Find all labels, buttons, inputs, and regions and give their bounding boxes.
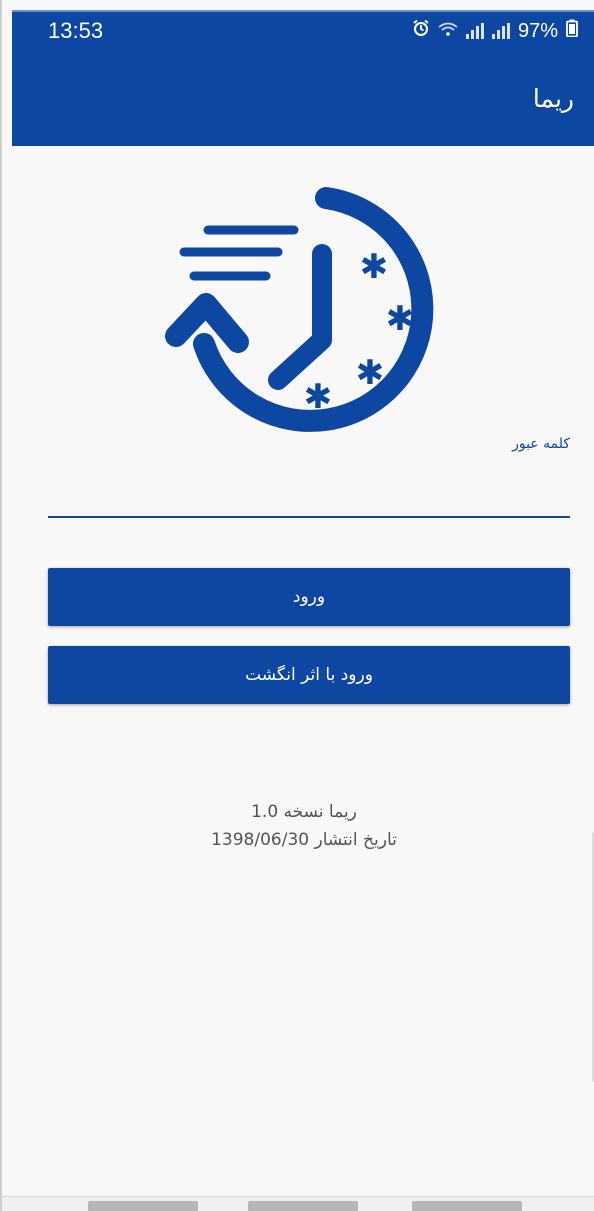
alarm-icon: [412, 19, 430, 43]
release-date-line: تاریخ انتشار 1398/06/30: [211, 830, 397, 850]
password-label: کلمه عبور: [512, 436, 570, 452]
signal-icon: [491, 23, 510, 39]
nav-home-button[interactable]: [248, 1201, 358, 1211]
password-field[interactable]: [48, 466, 570, 518]
nav-back-button[interactable]: [412, 1201, 522, 1211]
login-button-label: ورود: [292, 587, 326, 607]
wifi-icon: [438, 20, 458, 43]
battery-text: 97%: [517, 19, 558, 42]
app-bar: ریما: [12, 56, 594, 146]
battery-icon: [566, 19, 578, 43]
login-content: ✱ ✱ ✱ ✱ کلمه عبور ورود ورود با اثر انگشت…: [12, 146, 594, 1211]
fingerprint-login-button[interactable]: ورود با اثر انگشت: [48, 646, 570, 704]
app-title: ریما: [532, 84, 574, 113]
svg-text:✱: ✱: [356, 353, 385, 393]
svg-text:✱: ✱: [360, 247, 389, 287]
status-time: 13:53: [48, 18, 104, 43]
fingerprint-login-button-label: ورود با اثر انگشت: [245, 665, 373, 685]
version-line: ریما نسخه 1.0: [251, 802, 357, 822]
svg-text:✱: ✱: [304, 377, 333, 417]
signal-icon: [465, 23, 484, 39]
nav-recents-button[interactable]: [88, 1201, 198, 1211]
clock-history-icon: ✱ ✱ ✱ ✱: [165, 187, 434, 432]
svg-text:✱: ✱: [386, 299, 415, 339]
version-info: ریما نسخه 1.0 تاریخ انتشار 1398/06/30: [12, 798, 594, 854]
status-bar: 13:53 97%: [12, 10, 594, 56]
status-icons: 97%: [412, 19, 578, 43]
navigation-bar: [2, 1196, 594, 1211]
phone-screen: 13:53 97% ریما ✱ ✱ ✱ ✱ کلمه عبور ورود ور…: [0, 0, 594, 1211]
login-button[interactable]: ورود: [48, 568, 570, 626]
